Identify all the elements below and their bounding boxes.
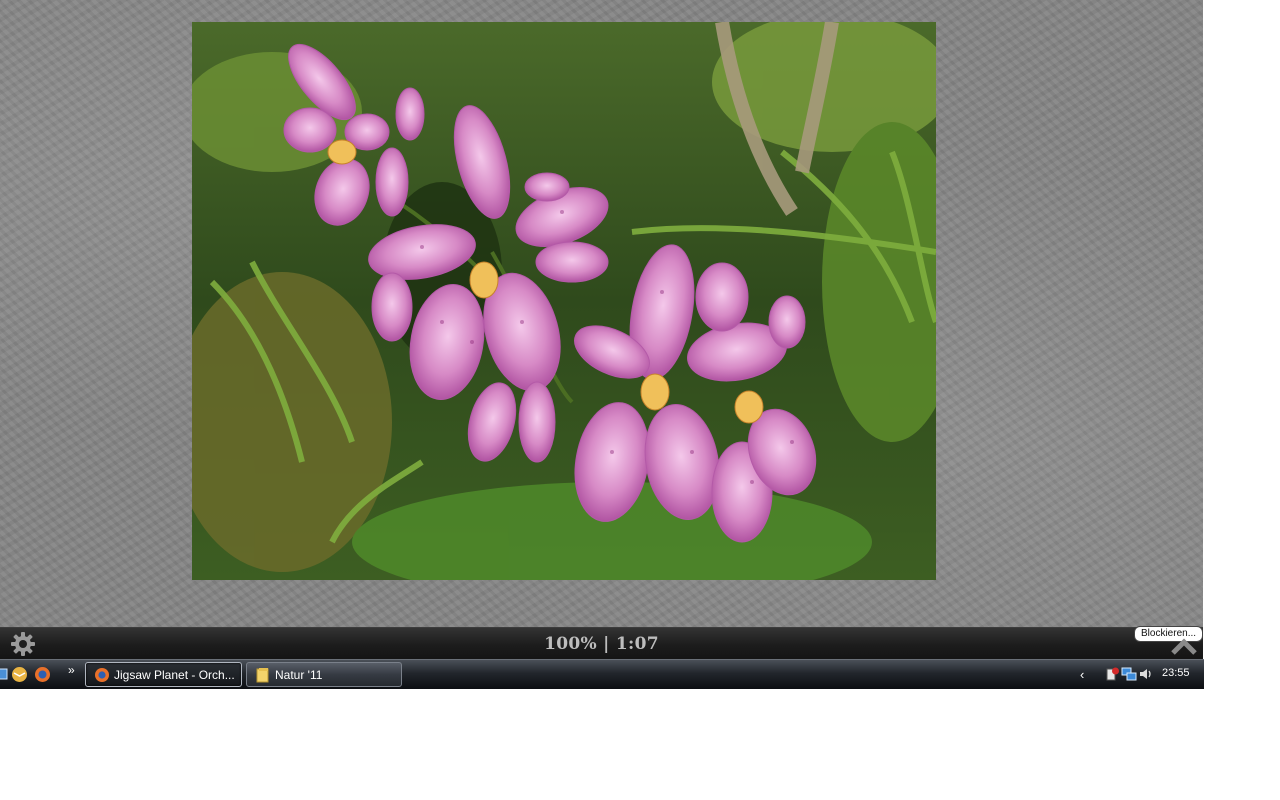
- quick-launch-more-chevron[interactable]: »: [68, 663, 75, 677]
- system-tray: ‹ 23:55: [1074, 660, 1204, 689]
- task-button-natur-folder[interactable]: Natur '11: [246, 662, 402, 687]
- puzzle-image-orchids[interactable]: [192, 22, 936, 580]
- task-label: Jigsaw Planet - Orch...: [114, 667, 235, 682]
- orchid-photo: [192, 22, 936, 580]
- task-button-jigsaw-planet[interactable]: Jigsaw Planet - Orch...: [85, 662, 242, 687]
- collapse-chevron-icon[interactable]: [1171, 637, 1197, 657]
- progress-and-timer: 100% | 1:07: [544, 634, 659, 654]
- task-label: Natur '11: [275, 667, 323, 682]
- network-icon[interactable]: [1121, 666, 1137, 682]
- puzzle-control-bar: 100% | 1:07: [0, 627, 1203, 660]
- folder-icon: [255, 667, 271, 683]
- safely-remove-hardware-icon[interactable]: [1104, 666, 1120, 682]
- show-hidden-icons-chevron[interactable]: ‹: [1080, 667, 1084, 682]
- firefox-icon[interactable]: [34, 666, 51, 683]
- firefox-icon: [94, 667, 110, 683]
- puzzle-board[interactable]: [0, 0, 1203, 627]
- system-clock[interactable]: 23:55: [1162, 667, 1190, 679]
- show-desktop-icon[interactable]: [0, 666, 9, 683]
- thunderbird-icon[interactable]: [11, 666, 28, 683]
- windows-taskbar: » Jigsaw Planet - Orch... Natur '11 ‹ 23…: [0, 659, 1204, 689]
- volume-icon[interactable]: [1138, 666, 1154, 682]
